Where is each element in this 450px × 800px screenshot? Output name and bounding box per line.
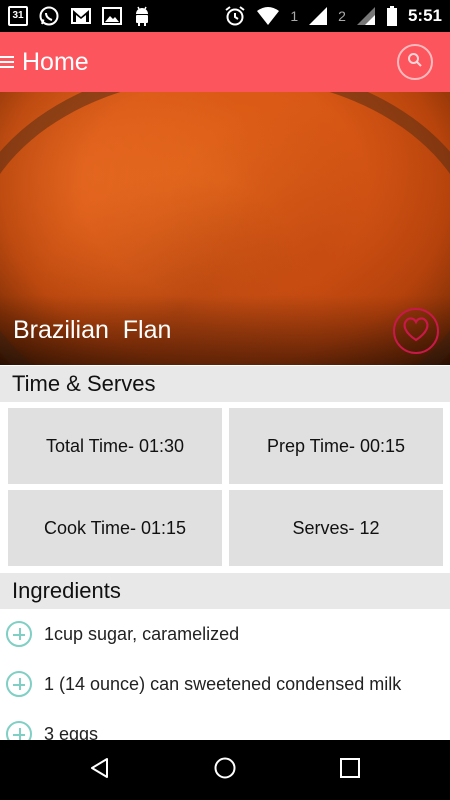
recipe-title: Brazilian Flan	[13, 316, 172, 344]
recipe-image[interactable]: Brazilian Flan	[0, 92, 450, 365]
calendar-icon: 31	[8, 6, 28, 26]
home-circle-icon	[213, 756, 237, 785]
add-circle-icon[interactable]	[6, 621, 32, 647]
gmail-icon	[70, 7, 92, 25]
whatsapp-icon	[38, 5, 60, 27]
sim1-label: 1	[290, 8, 299, 24]
hamburger-menu-icon[interactable]	[0, 54, 14, 70]
search-icon	[407, 52, 423, 73]
sim2-label: 2	[338, 8, 346, 24]
list-item: 1 (14 ounce) can sweetened condensed mil…	[0, 659, 450, 709]
status-bar: 31 1 2 5:51	[0, 0, 450, 32]
favorite-button[interactable]	[393, 308, 439, 354]
page-title: Home	[22, 47, 89, 76]
recents-square-icon	[339, 757, 361, 784]
navigation-bar	[0, 740, 450, 800]
heart-outline-icon	[402, 316, 430, 347]
serves-tile: Serves- 12	[229, 490, 443, 566]
android-icon	[132, 5, 152, 27]
ingredients-heading: Ingredients	[0, 573, 450, 609]
list-item: 1cup sugar, caramelized	[0, 609, 450, 659]
cook-time-tile: Cook Time- 01:15	[8, 490, 222, 566]
recents-button[interactable]	[325, 750, 375, 790]
ingredient-text: 1cup sugar, caramelized	[44, 623, 240, 644]
ingredient-text: 1 (14 ounce) can sweetened condensed mil…	[44, 673, 402, 694]
prep-time-tile: Prep Time- 00:15	[229, 408, 443, 484]
signal-icon	[308, 6, 328, 26]
battery-icon	[386, 6, 398, 26]
back-button[interactable]	[75, 750, 125, 790]
gallery-icon	[102, 7, 122, 25]
back-triangle-icon	[88, 756, 112, 785]
home-button[interactable]	[200, 750, 250, 790]
signal-icon-sim2	[356, 6, 376, 26]
alarm-icon	[224, 5, 246, 27]
wifi-icon	[256, 6, 280, 26]
add-circle-icon[interactable]	[6, 671, 32, 697]
clock: 5:51	[407, 6, 442, 25]
search-button[interactable]	[397, 44, 433, 80]
total-time-tile: Total Time- 01:30	[8, 408, 222, 484]
time-serves-heading: Time & Serves	[0, 366, 450, 402]
app-bar: Home	[0, 32, 450, 92]
